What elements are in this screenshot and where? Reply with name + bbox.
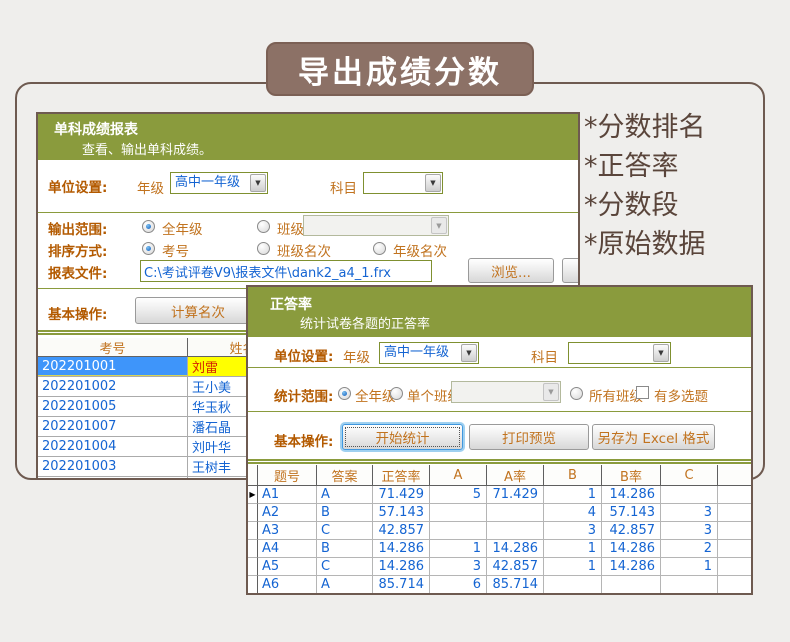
radio-class-label: 班级 [277,218,304,238]
exam-no-cell: 202201002 [38,377,188,396]
chevron-down-icon: ▼ [543,383,559,401]
column-header-b: B [544,465,602,485]
table-row[interactable]: A5 C 14.286 3 42.857 1 14.286 1 [248,558,751,576]
exam-no-cell: 202201005 [38,397,188,416]
table-row[interactable]: A6 A 85.714 6 85.714 [248,576,751,593]
radio-all-classes-label: 所有班级 [589,385,643,405]
grade-select[interactable]: 高中一年级 ▼ [379,342,479,364]
exam-no-cell: 202201007 [38,417,188,436]
dialog-header: 正答率 统计试卷各题的正答率 [248,287,751,337]
dialog-answer-rate: 正答率 统计试卷各题的正答率 单位设置: 年级 高中一年级 ▼ 科目 ▼ 统计范… [246,285,753,595]
table-row-current[interactable]: ▶ A1 A 71.429 5 71.429 1 14.286 [248,486,751,504]
radio-exam-number-label: 考号 [162,240,189,260]
chevron-down-icon: ▼ [461,344,477,362]
radio-class-rank[interactable] [257,242,270,255]
column-header-c: C [661,465,718,485]
dialog-header: 单科成绩报表 查看、输出单科成绩。 [38,114,578,160]
feature-item: *分数排名 [584,108,706,147]
sort-mode-label: 排序方式: [48,240,107,260]
subject-select[interactable]: ▼ [568,342,671,364]
answer-rate-table-header: 题号 答案 正答率 A A率 B B率 C [248,465,751,486]
column-header-answer: 答案 [317,465,373,485]
class-select-value [453,383,543,401]
exam-no-cell: 202201003 [38,457,188,476]
column-header-filler [718,465,751,485]
grade-label: 年级 [343,346,370,366]
report-file-label: 报表文件: [48,262,107,282]
start-statistics-button[interactable]: 开始统计 [342,424,463,450]
subject-label: 科目 [330,177,357,197]
basic-operations-label: 基本操作: [274,430,333,450]
grade-select-value: 高中一年级 [172,174,250,192]
feature-item: *分数段 [584,186,706,225]
radio-grade-rank-label: 年级名次 [393,240,447,260]
output-range-label: 输出范围: [48,218,107,238]
save-as-excel-button[interactable]: 另存为 Excel 格式 [592,424,715,450]
dialog-subtitle: 统计试卷各题的正答率 [300,313,430,332]
class-select: ▼ [303,215,449,236]
separator [248,411,751,412]
exam-no-cell: 202201001 [38,357,188,376]
radio-whole-grade-label: 全年级 [162,218,203,238]
chevron-down-icon: ▼ [425,174,441,192]
basic-operations-label: 基本操作: [48,303,107,323]
clipped-button[interactable] [562,258,580,283]
unit-settings-label: 单位设置: [274,345,333,365]
column-header-a: A [430,465,487,485]
feature-item: *正答率 [584,147,706,186]
subject-select-value [365,174,425,192]
browse-button[interactable]: 浏览... [468,258,554,283]
grade-label: 年级 [137,177,164,197]
radio-grade-rank[interactable] [373,242,386,255]
radio-all-classes[interactable] [570,387,583,400]
column-header-question: 题号 [258,465,317,485]
radio-exam-number[interactable] [142,242,155,255]
radio-single-class[interactable] [390,387,403,400]
dialog-title: 单科成绩报表 [54,119,138,139]
report-file-input[interactable] [140,260,432,282]
subject-select-value [570,344,653,362]
separator [248,367,751,368]
marker-column-header [248,465,258,485]
table-row[interactable]: A4 B 14.286 1 14.286 1 14.286 2 [248,540,751,558]
subject-label: 科目 [531,346,558,366]
column-header-exam-no: 考号 [38,338,188,356]
separator [38,212,578,213]
class-select: ▼ [451,381,561,403]
current-row-marker-icon: ▶ [249,491,255,499]
dialog-subtitle: 查看、输出单科成绩。 [82,139,212,158]
chevron-down-icon: ▼ [431,217,447,234]
column-header-rate: 正答率 [373,465,430,485]
radio-whole-grade[interactable] [142,220,155,233]
unit-settings-label: 单位设置: [48,176,107,196]
table-row[interactable]: A3 C 42.857 3 42.857 3 [248,522,751,540]
stat-scope-label: 统计范围: [274,385,333,405]
table-row[interactable]: A2 B 57.143 4 57.143 3 [248,504,751,522]
class-select-value [305,217,431,234]
feature-list: *分数排名 *正答率 *分数段 *原始数据 [584,108,706,264]
grade-select[interactable]: 高中一年级 ▼ [170,172,268,194]
multi-choice-checkbox[interactable] [636,386,649,399]
page-title: 导出成绩分数 [266,42,534,96]
grade-select-value: 高中一年级 [381,344,461,362]
radio-whole-grade[interactable] [338,387,351,400]
column-header-a-rate: A率 [487,465,544,485]
feature-item: *原始数据 [584,225,706,264]
chevron-down-icon: ▼ [250,174,266,192]
answer-rate-table: 题号 答案 正答率 A A率 B B率 C ▶ A1 A 71.429 5 71… [248,465,751,593]
exam-no-cell: 202201004 [38,437,188,456]
subject-select[interactable]: ▼ [363,172,443,194]
chevron-down-icon: ▼ [653,344,669,362]
column-header-b-rate: B率 [602,465,661,485]
radio-class[interactable] [257,220,270,233]
double-separator [248,459,751,464]
radio-class-rank-label: 班级名次 [277,240,331,260]
exam-no-cell: 202201006 [38,477,188,480]
print-preview-button[interactable]: 打印预览 [469,424,589,450]
multi-choice-label: 有多选题 [654,385,708,405]
dialog-title: 正答率 [270,294,312,314]
calc-rank-button[interactable]: 计算名次 [135,297,261,324]
